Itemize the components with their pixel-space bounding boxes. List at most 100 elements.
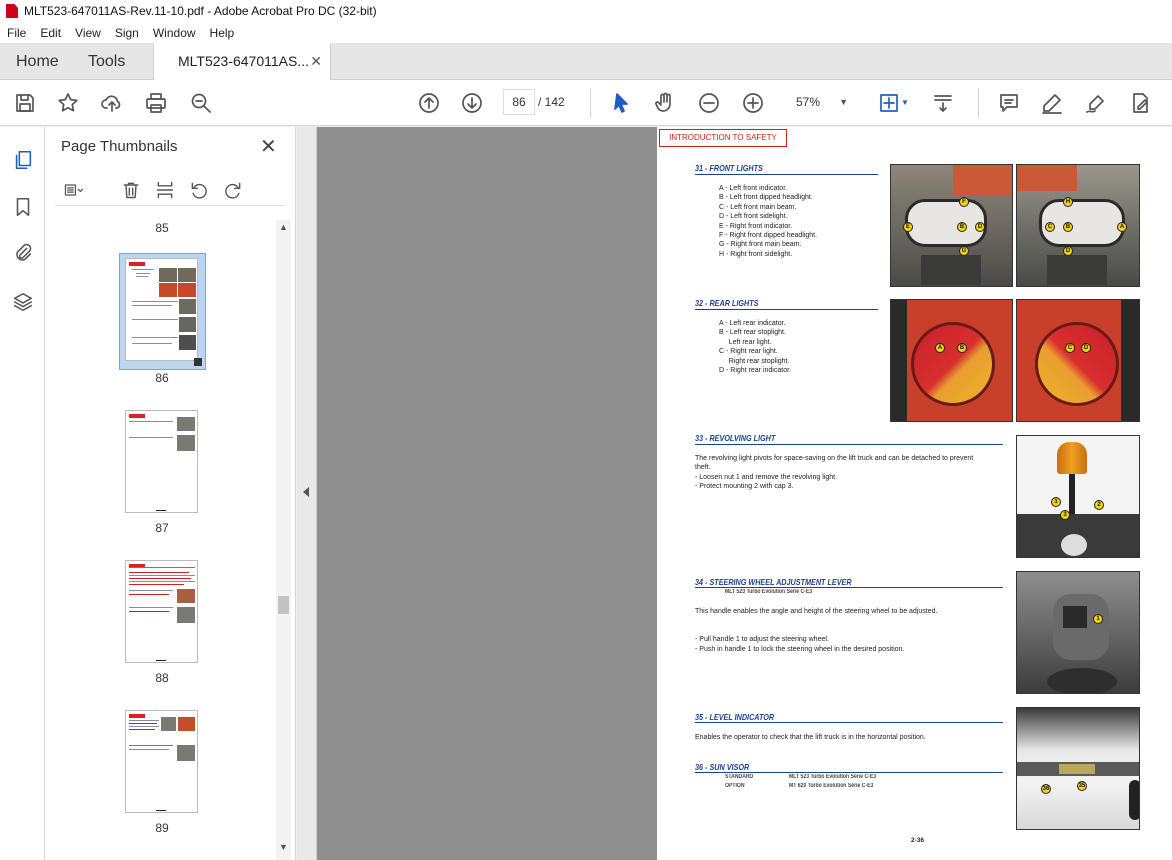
toolbar — [0, 80, 1172, 126]
close-tab-icon[interactable]: ✕ — [310, 43, 322, 80]
rear-lights-title: 32 - REAR LIGHTS — [695, 298, 759, 308]
front-light-left-photo: F E B D G — [890, 164, 1013, 287]
thumbnail-page-86[interactable] — [125, 258, 198, 361]
zoom-value: 57% — [796, 95, 821, 109]
sun-visor-standard-value: MLT 523 Turbo Evolution Série C-E3 — [789, 774, 877, 780]
menu-help[interactable]: Help — [203, 26, 242, 40]
thumbnail-resize-handle[interactable] — [194, 358, 202, 366]
sun-visor-option-label: OPTION — [725, 783, 745, 789]
tab-tools[interactable]: Tools — [88, 43, 125, 80]
marker-label: 3 — [1060, 510, 1070, 520]
page-number: 2-36 — [911, 837, 925, 844]
thumbnail-page-89[interactable] — [125, 710, 198, 813]
sun-visor-title: 36 - SUN VISOR — [695, 762, 750, 772]
thumbnail-label-87: 87 — [155, 521, 169, 535]
select-cursor-icon[interactable] — [608, 90, 634, 116]
revolving-light-title: 33 - REVOLVING LIGHT — [695, 433, 776, 443]
upload-icon[interactable] — [99, 90, 125, 116]
revolving-light-photo: 1 2 3 — [1016, 435, 1140, 558]
thumbnail-page-87[interactable] — [125, 410, 198, 513]
tab-document-label: MLT523-647011AS... — [178, 53, 310, 69]
menu-bar: File Edit View Sign Window Help — [0, 22, 1172, 43]
sign-icon[interactable] — [1083, 90, 1109, 116]
marker-label: F — [959, 197, 969, 207]
scroll-down-icon[interactable]: ▼ — [276, 842, 291, 852]
menu-sign[interactable]: Sign — [108, 26, 146, 40]
steering-lever-title: 34 - STEERING WHEEL ADJUSTMENT LEVER — [695, 577, 852, 587]
sun-visor-standard-label: STANDARD — [725, 774, 754, 780]
page-total: / 142 — [538, 95, 565, 109]
marker-label: A — [1117, 222, 1127, 232]
title-underline — [695, 772, 1003, 773]
print-icon[interactable] — [143, 90, 169, 116]
layers-icon[interactable] — [10, 289, 36, 315]
left-rail — [0, 127, 45, 860]
revolving-light-body: The revolving light pivots for space-sav… — [695, 455, 974, 491]
marker-label: D — [1063, 246, 1073, 256]
find-zoom-icon[interactable] — [188, 90, 214, 116]
rotate-left-icon[interactable] — [187, 178, 211, 202]
attachments-icon[interactable] — [10, 240, 36, 266]
thumbnail-label-86: 86 — [155, 371, 169, 385]
marker-label: B — [957, 222, 967, 232]
edit-pdf-icon[interactable] — [1127, 90, 1153, 116]
title-underline — [695, 174, 878, 175]
next-page-icon[interactable] — [459, 90, 485, 116]
chevron-down-icon: ▼ — [839, 97, 848, 107]
menu-edit[interactable]: Edit — [33, 26, 68, 40]
previous-page-icon[interactable] — [416, 90, 442, 116]
save-icon[interactable] — [12, 90, 38, 116]
marker-label: G — [959, 246, 969, 256]
collapse-panel-button[interactable] — [297, 127, 317, 860]
highlight-pen-icon[interactable] — [1039, 90, 1065, 116]
steering-lever-subtitle: MLT 523 Turbo Evolution Série C-E3 — [725, 589, 813, 595]
thumbnail-tools — [55, 174, 285, 206]
menu-window[interactable]: Window — [146, 26, 203, 40]
tab-document[interactable]: MLT523-647011AS... ✕ — [153, 43, 331, 80]
rotate-right-icon[interactable] — [221, 178, 245, 202]
acrobat-icon — [6, 4, 18, 18]
tab-home[interactable]: Home — [16, 43, 59, 80]
title-underline — [695, 309, 878, 310]
hand-tool-icon[interactable] — [652, 90, 678, 116]
bookmark-star-icon[interactable] — [55, 90, 81, 116]
close-panel-icon[interactable]: ✕ — [260, 134, 277, 159]
sun-visor-option-value: MT 620 Turbo Evolution Série C-E3 — [789, 783, 874, 789]
page-thumbnails-icon[interactable] — [10, 147, 36, 173]
menu-file[interactable]: File — [0, 26, 33, 40]
zoom-out-icon[interactable] — [696, 90, 722, 116]
marker-label: A — [935, 343, 945, 353]
window-title: MLT523-647011AS-Rev.11-10.pdf - Adobe Ac… — [24, 4, 377, 18]
scroll-up-icon[interactable]: ▲ — [276, 222, 291, 232]
insert-page-icon[interactable] — [153, 178, 177, 202]
front-lights-title: 31 - FRONT LIGHTS — [695, 163, 763, 173]
thumbnail-label-89: 89 — [155, 821, 169, 835]
level-indicator-body: Enables the operator to check that the l… — [695, 734, 926, 741]
page-number-input[interactable]: 86 — [503, 89, 535, 115]
scrollbar-thumb[interactable] — [278, 596, 289, 614]
scroll-mode-icon[interactable] — [930, 90, 956, 116]
zoom-in-icon[interactable] — [740, 90, 766, 116]
steering-lever-body: This handle enables the angle and height… — [695, 608, 938, 653]
bookmarks-icon[interactable] — [10, 194, 36, 220]
thumbnail-scrollbar[interactable]: ▲ ▼ — [276, 220, 291, 860]
marker-label: B — [1063, 222, 1073, 232]
marker-label: 1 — [1093, 614, 1103, 624]
delete-page-icon[interactable] — [119, 178, 143, 202]
zoom-select[interactable]: 57% ▼ — [786, 89, 854, 115]
marker-label: C — [1045, 222, 1055, 232]
title-bar: MLT523-647011AS-Rev.11-10.pdf - Adobe Ac… — [0, 0, 1172, 22]
thumbnail-page-88[interactable] — [125, 560, 198, 663]
pdf-page: INTRODUCTION TO SAFETY 31 - FRONT LIGHTS… — [657, 127, 1172, 860]
fit-dropdown-icon[interactable]: ▼ — [901, 98, 909, 107]
toolbar-divider — [978, 88, 979, 118]
marker-label: D — [975, 222, 985, 232]
rear-light-left-photo: A B — [890, 299, 1013, 422]
fit-page-icon[interactable] — [876, 90, 902, 116]
marker-label: 1 — [1051, 497, 1061, 507]
comment-icon[interactable] — [996, 90, 1022, 116]
marker-label: 35 — [1077, 781, 1087, 791]
tab-row: Home Tools MLT523-647011AS... ✕ — [0, 43, 1172, 80]
options-menu-icon[interactable] — [57, 178, 91, 202]
menu-view[interactable]: View — [68, 26, 108, 40]
